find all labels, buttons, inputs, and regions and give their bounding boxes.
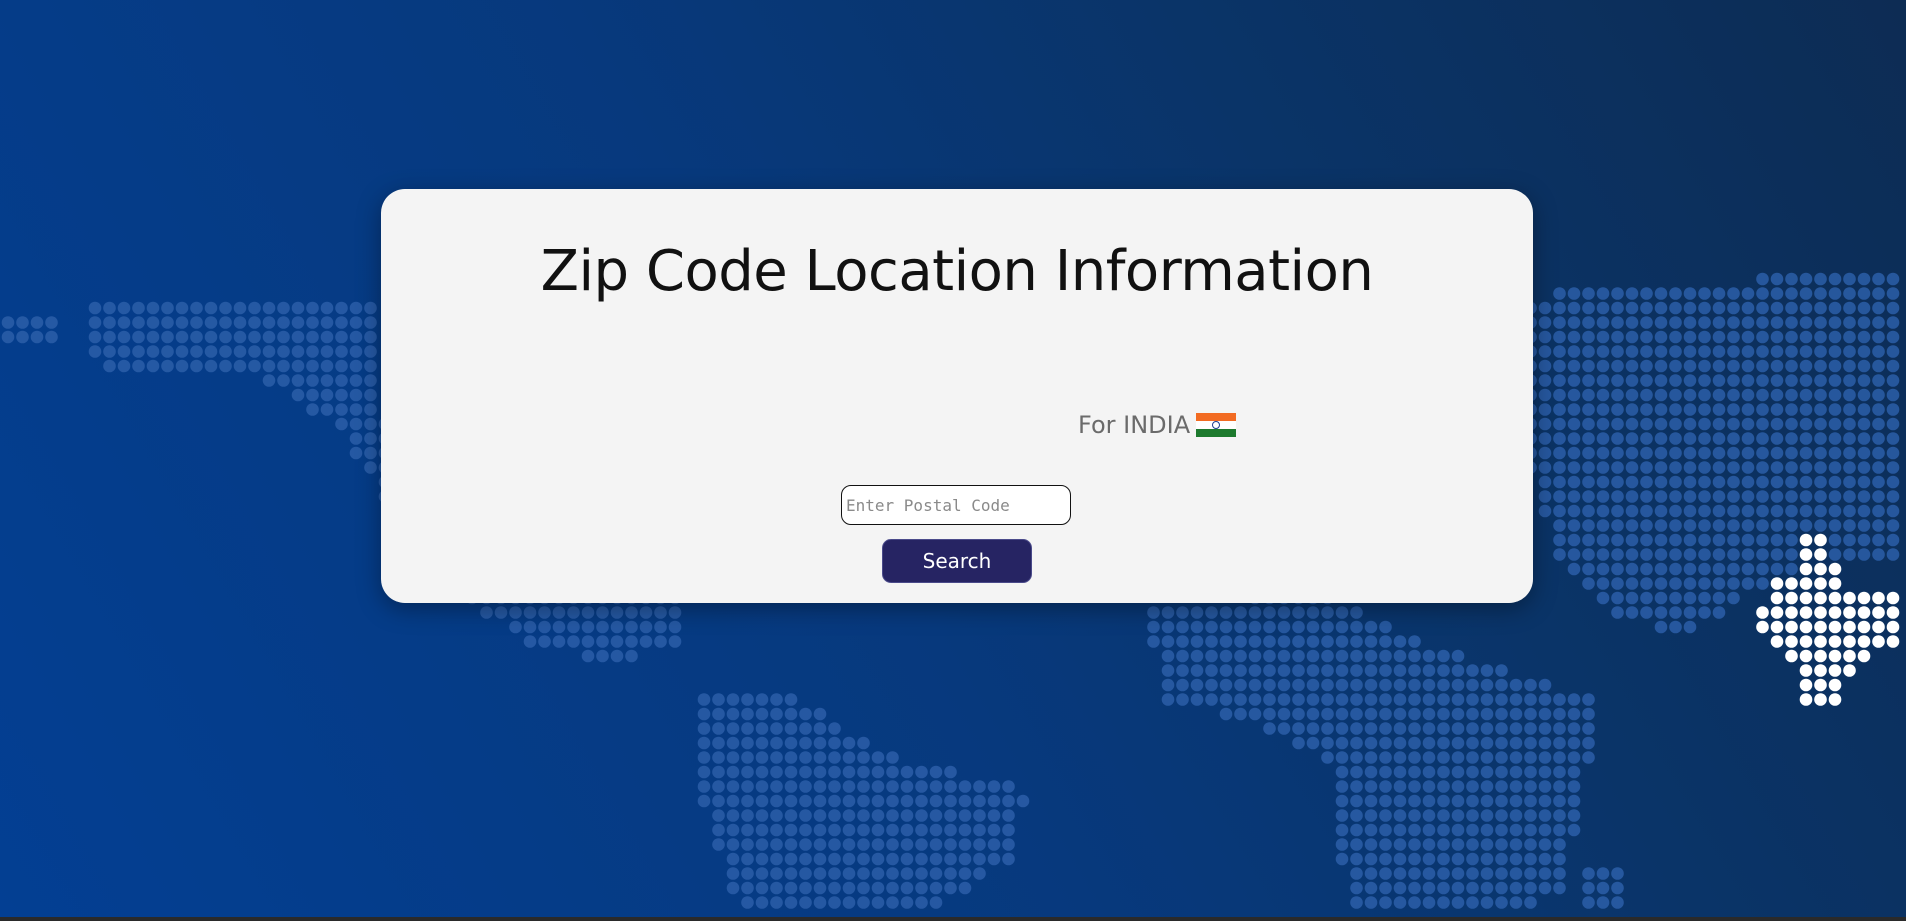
bottom-bar [0, 917, 1906, 921]
country-label: For INDIA [1078, 411, 1191, 439]
page-title: Zip Code Location Information [540, 239, 1374, 304]
search-button[interactable]: Search [882, 539, 1032, 583]
india-flag-icon [1196, 413, 1237, 437]
country-indicator: For INDIA [1078, 411, 1237, 439]
search-card: Zip Code Location Information For INDIA … [381, 189, 1533, 603]
postal-code-input[interactable] [841, 485, 1071, 525]
